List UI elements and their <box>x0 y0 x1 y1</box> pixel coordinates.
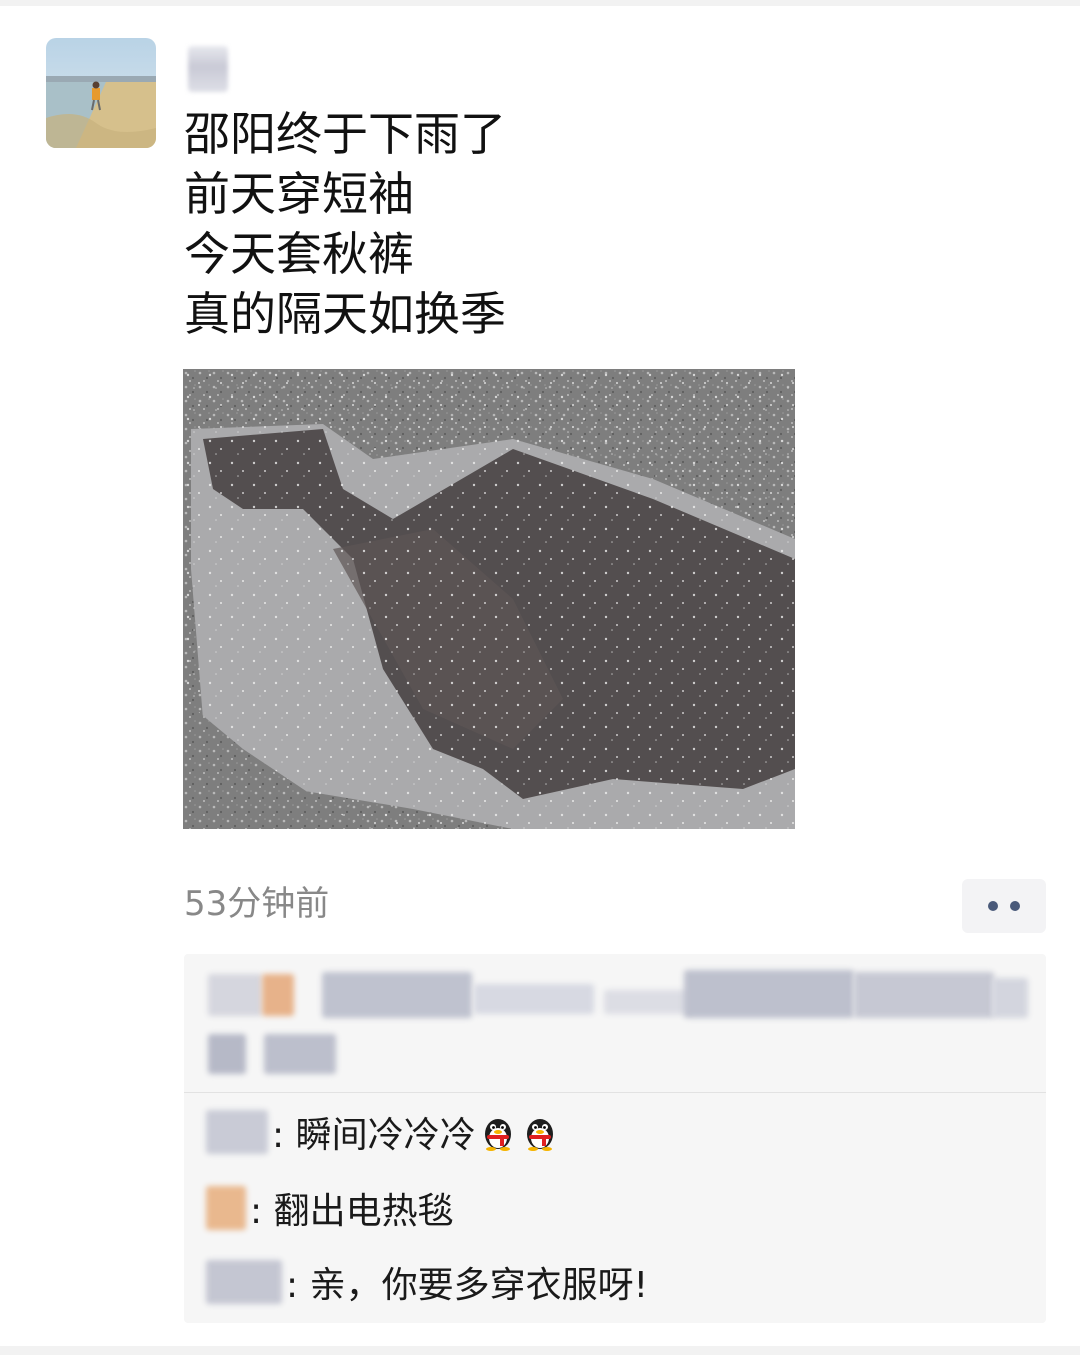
comment-divider <box>184 1092 1046 1093</box>
comment-text: : 亲，你要多穿衣服呀! <box>286 1265 649 1306</box>
commenter-name-blurred[interactable] <box>206 1110 268 1154</box>
more-dots-icon[interactable] <box>962 879 1046 933</box>
bottom-divider <box>0 1346 1080 1355</box>
comment-area: : 瞬间冷冷冷: 翻出电热毯: 亲，你要多穿衣服呀! <box>184 954 1046 1323</box>
comment-text: : 瞬间冷冷冷 <box>272 1115 476 1156</box>
post-text: 邵阳终于下雨了 前天穿短袖 今天套秋裤 真的隔天如换季 <box>184 104 804 344</box>
post-line: 前天穿短袖 <box>184 167 414 221</box>
comment-item[interactable]: : 亲，你要多穿衣服呀! <box>206 1256 648 1308</box>
comment-item[interactable]: : 瞬间冷冷冷 <box>206 1106 560 1158</box>
comment-item[interactable]: : 翻出电热毯 <box>206 1182 454 1234</box>
likes-row-blurred[interactable] <box>184 954 1046 1092</box>
qq-penguin-emoji-icon <box>520 1112 560 1152</box>
commenter-name-blurred[interactable] <box>206 1186 246 1230</box>
commenter-name-blurred[interactable] <box>206 1260 282 1304</box>
dot <box>1010 901 1020 911</box>
author-name-blurred[interactable] <box>188 46 228 92</box>
dot <box>988 901 998 911</box>
author-avatar[interactable] <box>46 38 156 148</box>
post-time: 53分钟前 <box>184 884 330 924</box>
post-photo[interactable] <box>183 369 795 829</box>
qq-penguin-emoji-icon <box>478 1112 518 1152</box>
post-line: 真的隔天如换季 <box>184 287 506 341</box>
comment-text: : 翻出电热毯 <box>250 1191 454 1232</box>
post-line: 今天套秋裤 <box>184 227 414 281</box>
top-divider <box>0 0 1080 6</box>
post-line: 邵阳终于下雨了 <box>184 107 506 161</box>
